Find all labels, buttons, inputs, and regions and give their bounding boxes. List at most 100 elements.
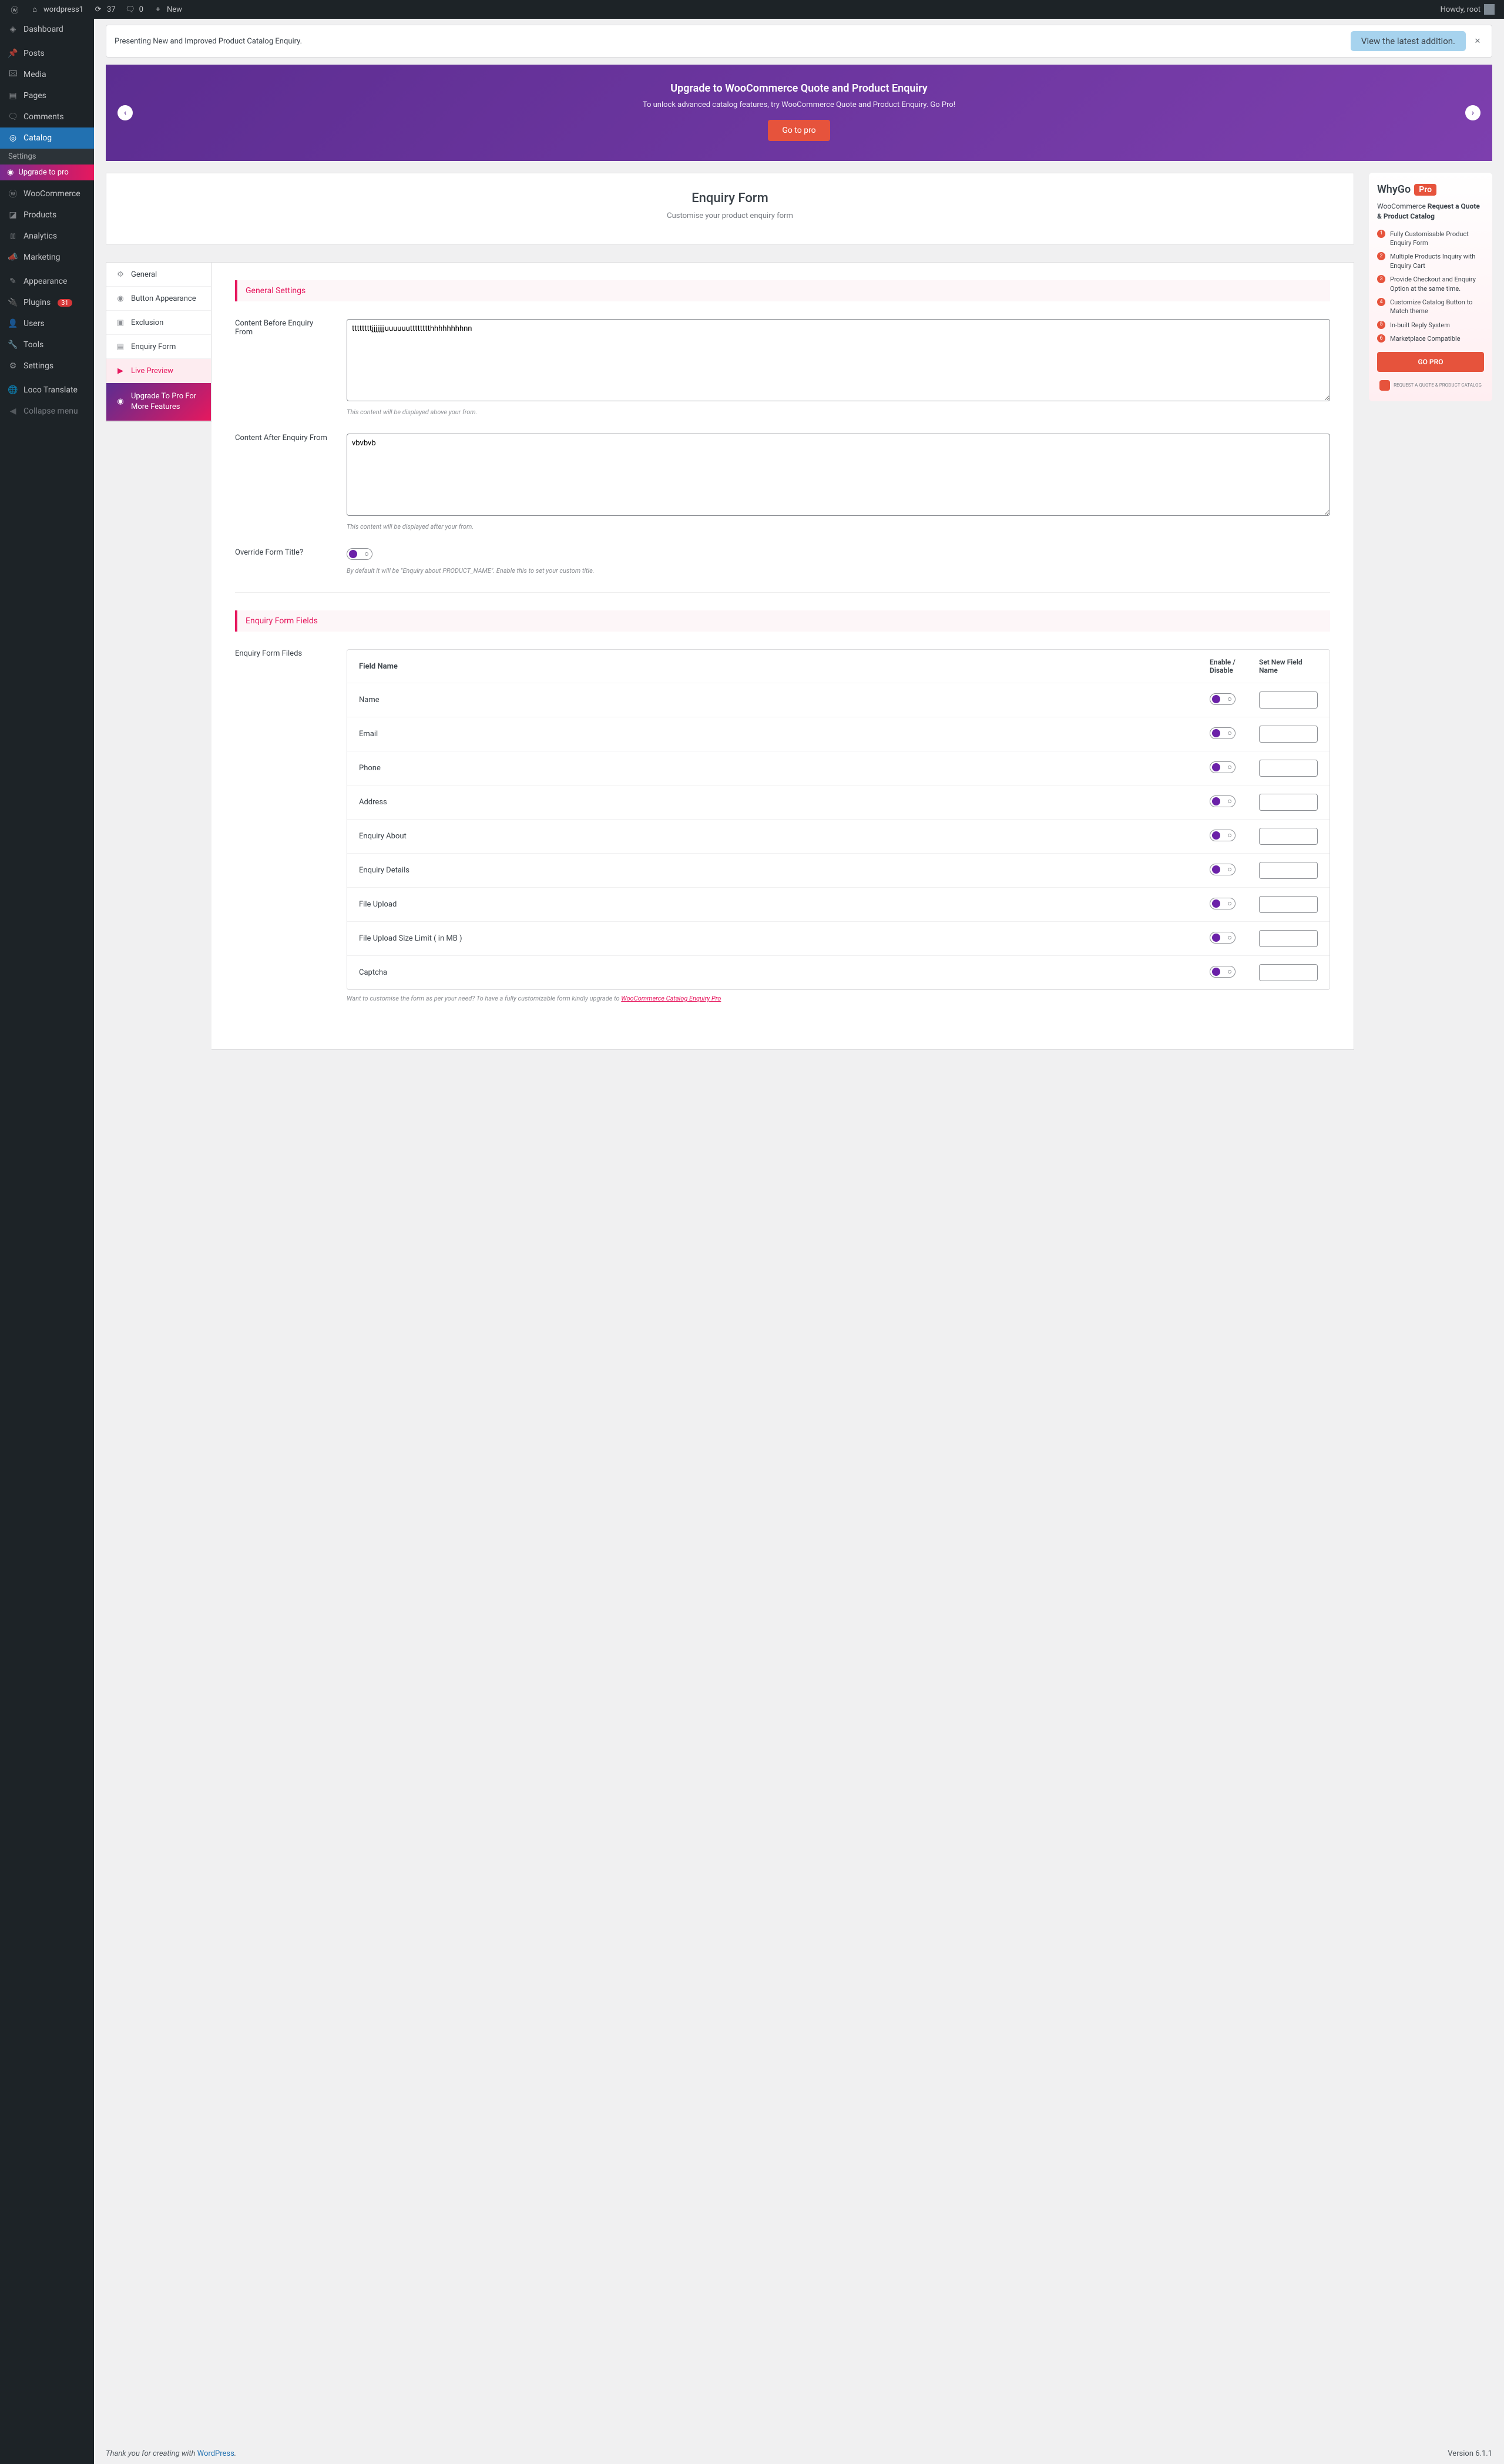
menu-settings[interactable]: ⚙Settings bbox=[0, 355, 94, 377]
tab-enquiry-form[interactable]: ▤Enquiry Form bbox=[106, 335, 211, 359]
field-label: Override Form Title? bbox=[235, 548, 329, 575]
pin-icon: 📌 bbox=[7, 48, 19, 59]
promo-why: WhyGo bbox=[1377, 183, 1411, 196]
tab-live-preview[interactable]: ▶Live Preview bbox=[106, 359, 211, 383]
dashboard-icon: ◈ bbox=[7, 24, 19, 35]
row-field-name: Captcha bbox=[359, 968, 1201, 977]
tab-upgrade-pro[interactable]: ◉Upgrade To Pro For More Features bbox=[106, 383, 211, 421]
row-new-name-input[interactable] bbox=[1259, 726, 1318, 743]
menu-catalog[interactable]: ◎Catalog bbox=[0, 127, 94, 149]
list-text: Provide Checkout and Enquiry Option at t… bbox=[1390, 275, 1484, 293]
page-icon: ▤ bbox=[7, 90, 19, 102]
dismiss-notice-button[interactable]: ✕ bbox=[1472, 35, 1483, 47]
row-enable-toggle[interactable] bbox=[1210, 966, 1236, 978]
menu-analytics[interactable]: ⫾⫾Analytics bbox=[0, 226, 94, 247]
row-enable-toggle[interactable] bbox=[1210, 898, 1236, 909]
hero-prev-button[interactable]: ‹ bbox=[118, 105, 133, 120]
row-new-name-input[interactable] bbox=[1259, 794, 1318, 811]
menu-woocommerce[interactable]: ⓦWooCommerce bbox=[0, 183, 94, 204]
menu-appearance[interactable]: ✎Appearance bbox=[0, 271, 94, 292]
wordpress-link[interactable]: WordPress bbox=[197, 2449, 234, 2458]
new-link[interactable]: +New bbox=[148, 0, 187, 19]
menu-pages[interactable]: ▤Pages bbox=[0, 85, 94, 106]
promo-feature-list: 1 Fully Customisable Product Enquiry Form… bbox=[1377, 230, 1484, 344]
row-enable-toggle[interactable] bbox=[1210, 727, 1236, 739]
list-item: 5 In-built Reply System bbox=[1377, 321, 1484, 330]
menu-plugins[interactable]: 🔌Plugins31 bbox=[0, 292, 94, 313]
list-num-icon: 5 bbox=[1377, 321, 1385, 329]
list-text: Fully Customisable Product Enquiry Form bbox=[1390, 230, 1484, 248]
field-form-fields-table: Enquiry Form Fileds Field Name Enable / … bbox=[235, 649, 1330, 1002]
row-new-name-input[interactable] bbox=[1259, 691, 1318, 709]
comment-icon: 🗨 bbox=[7, 111, 19, 123]
collapse-icon: ◀ bbox=[7, 405, 19, 417]
row-enable-toggle[interactable] bbox=[1210, 864, 1236, 875]
plus-icon: + bbox=[153, 4, 163, 15]
row-new-name-input[interactable] bbox=[1259, 828, 1318, 845]
site-link[interactable]: ⌂wordpress1 bbox=[25, 0, 88, 19]
table-row: File Upload bbox=[347, 887, 1330, 921]
menu-users[interactable]: 👤Users bbox=[0, 313, 94, 334]
upgrade-link[interactable]: WooCommerce Catalog Enquiry Pro bbox=[621, 995, 721, 1002]
field-content-after: Content After Enquiry From vbvbvb This c… bbox=[235, 434, 1330, 531]
gear-icon: ⚙ bbox=[116, 270, 125, 279]
submenu-settings[interactable]: Settings bbox=[0, 149, 94, 165]
menu-comments[interactable]: 🗨 Comments bbox=[0, 106, 94, 127]
menu-products[interactable]: ◪Products bbox=[0, 204, 94, 226]
menu-tools[interactable]: 🔧Tools bbox=[0, 334, 94, 355]
hero-next-button[interactable]: › bbox=[1465, 105, 1480, 120]
content-after-textarea[interactable]: vbvbvb bbox=[347, 434, 1330, 516]
field-label: Content After Enquiry From bbox=[235, 434, 329, 531]
wp-logo[interactable]: ⓦ bbox=[5, 0, 25, 19]
view-latest-button[interactable]: View the latest addition. bbox=[1351, 31, 1466, 51]
list-num-icon: 1 bbox=[1377, 230, 1385, 238]
circle-icon: ◉ bbox=[116, 294, 125, 303]
row-new-name-input[interactable] bbox=[1259, 862, 1318, 879]
override-title-toggle[interactable] bbox=[347, 548, 372, 560]
plugin-badge: 31 bbox=[58, 299, 72, 307]
menu-loco[interactable]: 🌐Loco Translate bbox=[0, 380, 94, 401]
my-account[interactable]: Howdy, root bbox=[1436, 0, 1499, 19]
tab-exclusion[interactable]: ▣Exclusion bbox=[106, 311, 211, 335]
col-new-name: Set New Field Name bbox=[1259, 658, 1318, 674]
field-override-title: Override Form Title? By default it will … bbox=[235, 548, 1330, 575]
submenu-upgrade[interactable]: ◉Upgrade to pro bbox=[0, 165, 94, 180]
table-row: Name bbox=[347, 683, 1330, 717]
tab-label: Button Appearance bbox=[131, 294, 196, 303]
comments-link[interactable]: 🗨0 bbox=[120, 0, 148, 19]
square-icon: ▣ bbox=[116, 318, 125, 327]
wrench-icon: 🔧 bbox=[7, 339, 19, 351]
updates-link[interactable]: ⟳37 bbox=[88, 0, 120, 19]
list-item: 3Provide Checkout and Enquiry Option at … bbox=[1377, 275, 1484, 293]
go-pro-button[interactable]: GO PRO bbox=[1377, 352, 1484, 372]
list-text: Marketplace Compatible bbox=[1390, 334, 1461, 343]
field-hint: This content will be displayed after you… bbox=[347, 523, 1330, 531]
go-to-pro-button[interactable]: Go to pro bbox=[768, 120, 830, 141]
row-new-name-input[interactable] bbox=[1259, 964, 1318, 981]
menu-dashboard[interactable]: ◈Dashboard bbox=[0, 19, 94, 40]
tab-general[interactable]: ⚙General bbox=[106, 263, 211, 287]
list-text: In-built Reply System bbox=[1390, 321, 1450, 330]
menu-collapse[interactable]: ◀Collapse menu bbox=[0, 401, 94, 422]
row-enable-toggle[interactable] bbox=[1210, 761, 1236, 773]
row-new-name-input[interactable] bbox=[1259, 930, 1318, 947]
col-enable: Enable / Disable bbox=[1210, 658, 1251, 674]
content-before-textarea[interactable]: ttttttttjjjjjjjuuuuuutttttttthhhhhhhhnn bbox=[347, 319, 1330, 401]
row-enable-toggle[interactable] bbox=[1210, 830, 1236, 841]
row-enable-toggle[interactable] bbox=[1210, 795, 1236, 807]
menu-media[interactable]: 🖾Media bbox=[0, 64, 94, 85]
menu-label: Comments bbox=[24, 112, 64, 122]
field-content-before: Content Before Enquiry From ttttttttjjjj… bbox=[235, 319, 1330, 416]
menu-posts[interactable]: 📌Posts bbox=[0, 43, 94, 64]
field-hint: This content will be displayed above you… bbox=[347, 408, 1330, 416]
row-enable-toggle[interactable] bbox=[1210, 932, 1236, 944]
menu-label: Products bbox=[24, 210, 56, 220]
tab-label: Live Preview bbox=[131, 367, 173, 375]
admin-footer: Thank you for creating with WordPress. V… bbox=[94, 2438, 1504, 2464]
row-enable-toggle[interactable] bbox=[1210, 693, 1236, 705]
menu-marketing[interactable]: 📣Marketing bbox=[0, 247, 94, 268]
row-field-name: Enquiry Details bbox=[359, 866, 1201, 875]
row-new-name-input[interactable] bbox=[1259, 896, 1318, 913]
tab-button-appearance[interactable]: ◉ Button Appearance bbox=[106, 287, 211, 311]
row-new-name-input[interactable] bbox=[1259, 760, 1318, 777]
